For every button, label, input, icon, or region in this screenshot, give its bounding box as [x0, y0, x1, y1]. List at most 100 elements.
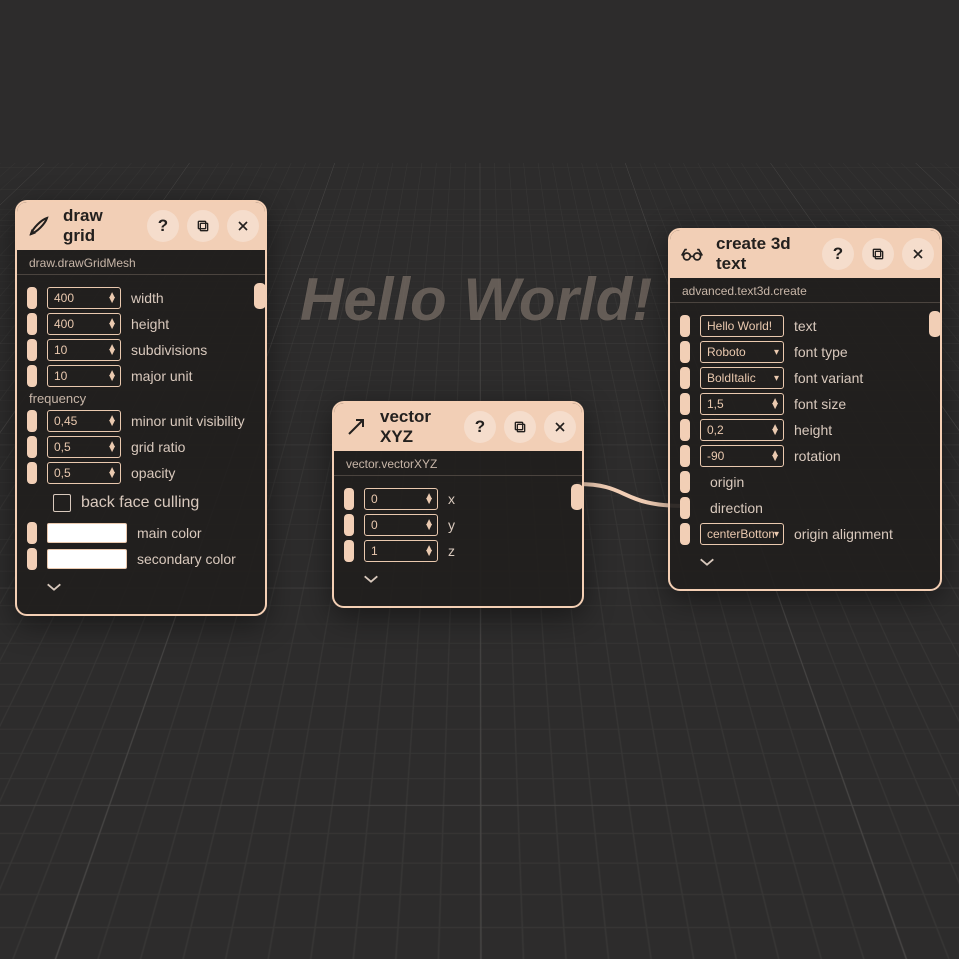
input-port-originalign[interactable] — [680, 523, 690, 545]
output-port[interactable] — [254, 283, 266, 309]
expand-button[interactable] — [680, 549, 930, 583]
minorvis-input[interactable]: 0,45▲▼ — [47, 410, 121, 432]
input-port-width[interactable] — [27, 287, 37, 309]
input-port-gridratio[interactable] — [27, 436, 37, 458]
close-button[interactable] — [544, 411, 576, 443]
input-port-minorvis[interactable] — [27, 410, 37, 432]
y-input[interactable]: 0▲▼ — [364, 514, 438, 536]
node-header[interactable]: vector XYZ ? — [334, 403, 582, 451]
height-input[interactable]: 400▲▼ — [47, 313, 121, 335]
label-gridratio: grid ratio — [131, 439, 185, 455]
label-seccolor: secondary color — [137, 551, 236, 567]
maincolor-swatch[interactable] — [47, 523, 127, 543]
stepper-icon[interactable]: ▲▼ — [770, 425, 779, 435]
copy-button[interactable] — [862, 238, 894, 270]
label-originalign: origin alignment — [794, 526, 893, 542]
input-port-y[interactable] — [344, 514, 354, 536]
label-origin: origin — [700, 474, 744, 490]
help-button[interactable]: ? — [464, 411, 496, 443]
chevron-down-icon: ▾ — [774, 373, 779, 384]
help-button[interactable]: ? — [822, 238, 854, 270]
fontvariant-select[interactable]: BoldItalic▾ — [700, 367, 784, 389]
input-port-subdiv[interactable] — [27, 339, 37, 361]
z-input[interactable]: 1▲▼ — [364, 540, 438, 562]
node-draw-grid[interactable]: draw grid ? draw.drawGridMesh 400▲▼ widt… — [15, 200, 267, 616]
stepper-icon[interactable]: ▲▼ — [424, 520, 433, 530]
label-backcull: back face culling — [81, 494, 199, 512]
label-fontsize: font size — [794, 396, 846, 412]
node-vector-xyz[interactable]: vector XYZ ? vector.vectorXYZ 0▲▼ x 0▲▼ … — [332, 401, 584, 608]
node-title: draw grid — [59, 206, 139, 246]
stepper-icon[interactable]: ▲▼ — [107, 319, 116, 329]
node-path: vector.vectorXYZ — [334, 451, 582, 476]
node-header[interactable]: create 3d text ? — [670, 230, 940, 278]
opacity-input[interactable]: 0,5▲▼ — [47, 462, 121, 484]
label-maincolor: main color — [137, 525, 202, 541]
rotation-input[interactable]: -90▲▼ — [700, 445, 784, 467]
gridratio-input[interactable]: 0,5▲▼ — [47, 436, 121, 458]
stepper-icon[interactable]: ▲▼ — [107, 345, 116, 355]
input-port-height[interactable] — [680, 419, 690, 441]
expand-button[interactable] — [27, 574, 255, 608]
node-path: draw.drawGridMesh — [17, 250, 265, 275]
close-button[interactable] — [227, 210, 259, 242]
output-port[interactable] — [571, 484, 583, 510]
stepper-icon[interactable]: ▲▼ — [107, 371, 116, 381]
input-port-direction[interactable] — [680, 497, 690, 519]
originalign-select[interactable]: centerBottom▾ — [700, 523, 784, 545]
text-input[interactable]: Hello World! — [700, 315, 784, 337]
stepper-icon[interactable]: ▲▼ — [107, 442, 116, 452]
input-port-opacity[interactable] — [27, 462, 37, 484]
fontsize-input[interactable]: 1,5▲▼ — [700, 393, 784, 415]
node-header[interactable]: draw grid ? — [17, 202, 265, 250]
input-port-rotation[interactable] — [680, 445, 690, 467]
label-y: y — [448, 517, 455, 533]
label-z: z — [448, 543, 455, 559]
brush-icon — [27, 214, 51, 238]
copy-button[interactable] — [504, 411, 536, 443]
label-height: height — [794, 422, 832, 438]
glasses-icon — [680, 242, 704, 266]
stepper-icon[interactable]: ▲▼ — [107, 416, 116, 426]
input-port-fontsize[interactable] — [680, 393, 690, 415]
stepper-icon[interactable]: ▲▼ — [770, 451, 779, 461]
label-rotation: rotation — [794, 448, 841, 464]
input-port-text[interactable] — [680, 315, 690, 337]
label-fontvariant: font variant — [794, 370, 863, 386]
stepper-icon[interactable]: ▲▼ — [770, 399, 779, 409]
node-path: advanced.text3d.create — [670, 278, 940, 303]
input-port-major[interactable] — [27, 365, 37, 387]
input-port-x[interactable] — [344, 488, 354, 510]
copy-button[interactable] — [187, 210, 219, 242]
height-input[interactable]: 0,2▲▼ — [700, 419, 784, 441]
subdivisions-input[interactable]: 10▲▼ — [47, 339, 121, 361]
width-input[interactable]: 400▲▼ — [47, 287, 121, 309]
stepper-icon[interactable]: ▲▼ — [424, 546, 433, 556]
help-button[interactable]: ? — [147, 210, 179, 242]
seccolor-swatch[interactable] — [47, 549, 127, 569]
input-port-z[interactable] — [344, 540, 354, 562]
majorunit-input[interactable]: 10▲▼ — [47, 365, 121, 387]
input-port-height[interactable] — [27, 313, 37, 335]
chevron-down-icon: ▾ — [774, 529, 779, 540]
close-button[interactable] — [902, 238, 934, 270]
input-port-fonttype[interactable] — [680, 341, 690, 363]
x-input[interactable]: 0▲▼ — [364, 488, 438, 510]
input-port-fontvariant[interactable] — [680, 367, 690, 389]
stepper-icon[interactable]: ▲▼ — [107, 468, 116, 478]
stepper-icon[interactable]: ▲▼ — [107, 293, 116, 303]
grid-floor — [0, 0, 959, 163]
label-opacity: opacity — [131, 465, 175, 481]
fonttype-select[interactable]: Roboto▾ — [700, 341, 784, 363]
chevron-down-icon: ▾ — [774, 347, 779, 358]
stepper-icon[interactable]: ▲▼ — [424, 494, 433, 504]
node-title: vector XYZ — [376, 407, 456, 447]
input-port-maincolor[interactable] — [27, 522, 37, 544]
backcull-checkbox[interactable] — [53, 494, 71, 512]
node-create-3d-text[interactable]: create 3d text ? advanced.text3d.create … — [668, 228, 942, 591]
input-port-seccolor[interactable] — [27, 548, 37, 570]
input-port-origin[interactable] — [680, 471, 690, 493]
expand-button[interactable] — [344, 566, 572, 600]
label-direction: direction — [700, 500, 763, 516]
output-port[interactable] — [929, 311, 941, 337]
